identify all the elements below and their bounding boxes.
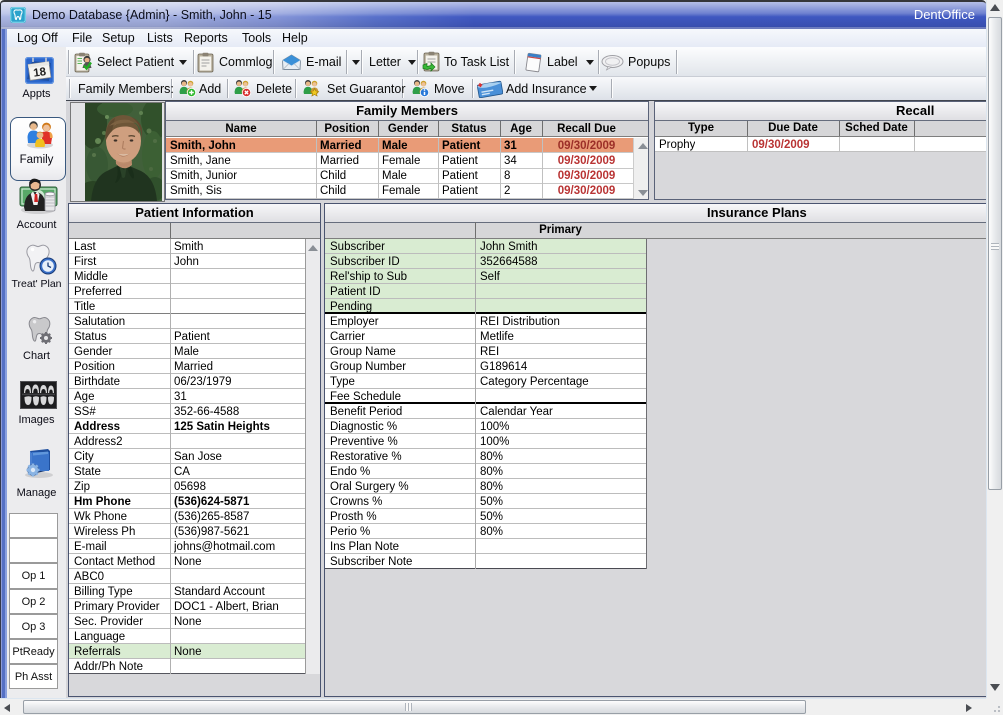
svg-text:18: 18 [33, 66, 48, 80]
